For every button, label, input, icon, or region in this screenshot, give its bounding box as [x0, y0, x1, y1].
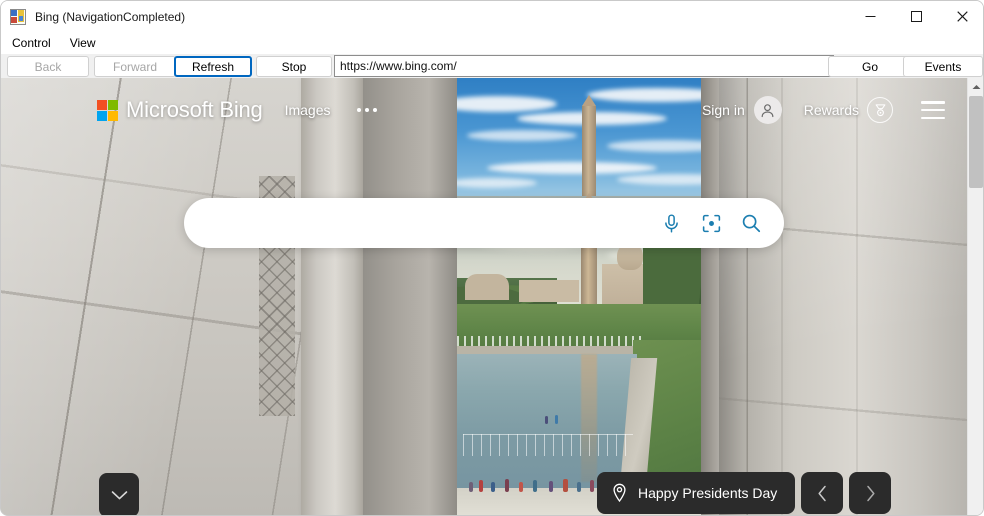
- scroll-thumb[interactable]: [969, 96, 983, 188]
- bing-page-header: Microsoft Bing Images Sign in Rewards: [1, 90, 969, 130]
- hamburger-icon[interactable]: [921, 101, 945, 119]
- back-button[interactable]: Back: [7, 56, 89, 77]
- minimize-icon: [865, 16, 875, 17]
- camera-visual-search-icon: [702, 214, 720, 232]
- search-input[interactable]: [184, 199, 652, 247]
- image-info-label: Happy Presidents Day: [638, 485, 778, 501]
- vertical-scrollbar[interactable]: [967, 78, 983, 515]
- minimize-button[interactable]: [847, 1, 893, 32]
- sign-in-link[interactable]: Sign in: [702, 102, 745, 118]
- stop-button[interactable]: Stop: [256, 56, 332, 77]
- mall-buildings: [519, 280, 579, 302]
- bing-logo-group[interactable]: Microsoft Bing: [97, 97, 263, 123]
- search-icon: [742, 214, 761, 233]
- scroll-down-button[interactable]: [99, 473, 139, 515]
- column-left-edge: [363, 78, 457, 515]
- monument-reflection: [581, 354, 597, 482]
- go-button[interactable]: Go: [828, 56, 912, 77]
- search-actions: [652, 204, 770, 242]
- browser-viewport: Microsoft Bing Images Sign in Rewards Ha…: [1, 78, 983, 515]
- microsoft-logo-icon: [97, 99, 118, 121]
- title-bar: Bing (NavigationCompleted): [1, 1, 983, 33]
- header-right-group: Sign in Rewards: [702, 96, 945, 124]
- close-icon: [956, 11, 968, 22]
- application-window: Bing (NavigationCompleted) Control View …: [0, 0, 984, 516]
- menu-item-view[interactable]: View: [62, 33, 104, 54]
- window-title: Bing (NavigationCompleted): [35, 10, 186, 24]
- person-icon: [761, 103, 774, 117]
- scene-between-columns: [457, 78, 721, 515]
- medal-icon: [875, 103, 885, 116]
- location-pin-icon: [613, 483, 626, 503]
- nav-link-images[interactable]: Images: [285, 102, 331, 118]
- url-address-input[interactable]: [334, 55, 834, 77]
- more-options-icon[interactable]: [356, 108, 377, 112]
- voice-search-button[interactable]: [652, 204, 690, 242]
- search-box[interactable]: [184, 198, 784, 248]
- menu-bar: Control View: [1, 33, 983, 54]
- next-image-button[interactable]: [849, 472, 892, 514]
- caption-buttons: [847, 1, 983, 33]
- image-info-bar: Happy Presidents Day: [597, 472, 892, 514]
- marble-wall-right: [719, 78, 969, 515]
- refresh-button[interactable]: Refresh: [174, 56, 252, 77]
- brand-title: Microsoft Bing: [126, 97, 263, 122]
- previous-image-button[interactable]: [801, 472, 844, 514]
- chevron-down-icon: [111, 490, 127, 499]
- forward-button[interactable]: Forward: [94, 56, 176, 77]
- pool-fence: [463, 434, 633, 456]
- avatar[interactable]: [753, 96, 782, 124]
- maximize-icon: [910, 11, 922, 22]
- image-info-pill[interactable]: Happy Presidents Day: [597, 472, 796, 514]
- chevron-left-icon: [818, 485, 826, 501]
- navigation-toolbar: Back Forward Refresh Stop Go Events: [1, 54, 983, 78]
- events-button[interactable]: Events: [903, 56, 983, 77]
- app-icon: [10, 9, 26, 25]
- rewards-link[interactable]: Rewards: [804, 102, 859, 118]
- microphone-icon: [664, 213, 678, 233]
- rewards-badge[interactable]: [867, 97, 893, 123]
- visual-search-button[interactable]: [692, 204, 730, 242]
- search-submit-button[interactable]: [732, 204, 770, 242]
- chevron-right-icon: [867, 485, 875, 501]
- background-photo: [1, 78, 969, 515]
- scroll-up-arrow-icon: [972, 84, 980, 89]
- menu-item-control[interactable]: Control: [4, 33, 59, 54]
- close-button[interactable]: [939, 1, 983, 32]
- scroll-up-button[interactable]: [968, 78, 983, 95]
- museum-building: [465, 274, 509, 300]
- maximize-button[interactable]: [893, 1, 939, 32]
- column-left-front: [301, 78, 363, 515]
